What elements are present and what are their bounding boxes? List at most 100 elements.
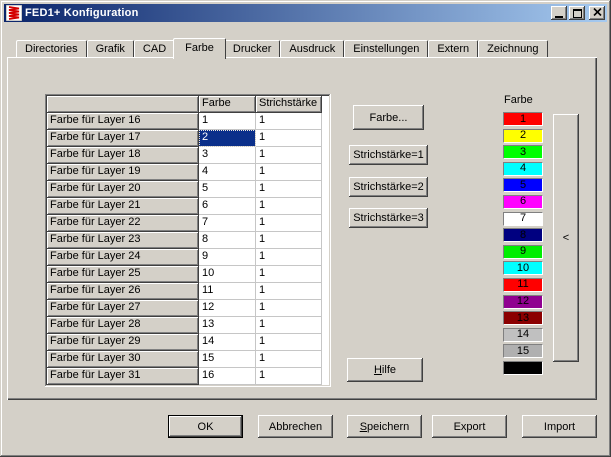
layer-color-grid: FarbeStrichstärkeFarbe für Layer 1611Far… xyxy=(45,94,331,387)
strichstaerke-cell[interactable]: 1 xyxy=(256,198,322,215)
grid-row: Farbe für Layer 25101 xyxy=(47,266,329,283)
color-swatch-14[interactable]: 14 xyxy=(503,328,543,342)
farbe-cell[interactable]: 8 xyxy=(199,232,256,249)
farbe-cell[interactable]: 15 xyxy=(199,351,256,368)
color-swatch-11[interactable]: 11 xyxy=(503,278,543,292)
grid-row: Farbe für Layer 29141 xyxy=(47,334,329,351)
titlebar: FED1+ Konfiguration xyxy=(4,4,607,22)
hilfe-button[interactable]: Hilfe xyxy=(347,358,423,382)
column-header-farbe: Farbe xyxy=(199,96,256,113)
farbe-cell[interactable]: 6 xyxy=(199,198,256,215)
swatch-number: 3 xyxy=(520,147,526,158)
strichstaerke-cell[interactable]: 1 xyxy=(256,249,322,266)
farbe-cell[interactable]: 1 xyxy=(199,113,256,130)
tab-zeichnung[interactable]: Zeichnung xyxy=(478,40,547,57)
farbe-cell[interactable]: 16 xyxy=(199,368,256,385)
grid-row: Farbe für Layer 31161 xyxy=(47,368,329,385)
swatch-number: 8 xyxy=(520,230,526,241)
color-swatch-7[interactable]: 7 xyxy=(503,212,543,226)
farbe-cell[interactable]: 10 xyxy=(199,266,256,283)
row-header: Farbe für Layer 25 xyxy=(47,266,199,283)
farbe-cell[interactable]: 5 xyxy=(199,181,256,198)
strichstaerke-cell[interactable]: 1 xyxy=(256,300,322,317)
strichstaerke-cell[interactable]: 1 xyxy=(256,232,322,249)
tab-farbe[interactable]: Farbe xyxy=(173,38,226,59)
minimize-button[interactable] xyxy=(551,6,567,20)
row-header: Farbe für Layer 20 xyxy=(47,181,199,198)
row-header: Farbe für Layer 29 xyxy=(47,334,199,351)
color-swatch-15[interactable]: 15 xyxy=(503,344,543,358)
farbe-cell[interactable]: 9 xyxy=(199,249,256,266)
farbe-cell[interactable]: 4 xyxy=(199,164,256,181)
row-header: Farbe für Layer 30 xyxy=(47,351,199,368)
strichstaerke-cell[interactable]: 1 xyxy=(256,368,322,385)
maximize-icon xyxy=(573,9,582,18)
row-header: Farbe für Layer 18 xyxy=(47,147,199,164)
color-swatch-5[interactable]: 5 xyxy=(503,178,543,192)
color-swatch-12[interactable]: 12 xyxy=(503,295,543,309)
app-spring-icon xyxy=(6,5,22,21)
tab-extern[interactable]: Extern xyxy=(428,40,478,57)
farbe-cell[interactable]: 11 xyxy=(199,283,256,300)
farbe-cell[interactable]: 7 xyxy=(199,215,256,232)
dialog-window: FED1+ Konfiguration DirectoriesGrafikCAD… xyxy=(0,0,611,457)
strichstaerke-cell[interactable]: 1 xyxy=(256,113,322,130)
swatch-number: 16 xyxy=(517,362,529,373)
farbe-cell[interactable]: 13 xyxy=(199,317,256,334)
swatch-number: 7 xyxy=(520,213,526,224)
strichstaerke-cell[interactable]: 1 xyxy=(256,147,322,164)
farbe-button[interactable]: Farbe... xyxy=(353,105,424,130)
strichstaerke-1-button[interactable]: Strichstärke=1 xyxy=(349,145,428,165)
color-swatch-2[interactable]: 2 xyxy=(503,129,543,143)
abbrechen-button[interactable]: Abbrechen xyxy=(258,415,333,438)
strichstaerke-cell[interactable]: 1 xyxy=(256,351,322,368)
export-button[interactable]: Export xyxy=(432,415,507,438)
close-button[interactable] xyxy=(589,6,605,20)
grid-row: Farbe für Layer 30151 xyxy=(47,351,329,368)
strichstaerke-cell[interactable]: 1 xyxy=(256,215,322,232)
grid-row: Farbe für Layer 1831 xyxy=(47,147,329,164)
strichstaerke-cell[interactable]: 1 xyxy=(256,266,322,283)
strichstaerke-cell[interactable]: 1 xyxy=(256,317,322,334)
color-swatch-1[interactable]: 1 xyxy=(503,112,543,126)
tab-directories[interactable]: Directories xyxy=(16,40,87,57)
swatch-number: 14 xyxy=(517,329,529,340)
grid-row: Farbe für Layer 2491 xyxy=(47,249,329,266)
palette-collapse-button[interactable]: < xyxy=(553,114,579,362)
strichstaerke-3-button[interactable]: Strichstärke=3 xyxy=(349,208,428,228)
tab-grafik[interactable]: Grafik xyxy=(87,40,134,57)
ok-button[interactable]: OK xyxy=(168,415,243,438)
strichstaerke-cell[interactable]: 1 xyxy=(256,164,322,181)
row-header: Farbe für Layer 16 xyxy=(47,113,199,130)
maximize-button[interactable] xyxy=(569,6,585,20)
swatch-number: 12 xyxy=(517,296,529,307)
speichern-button[interactable]: Speichern xyxy=(347,415,422,438)
strichstaerke-cell[interactable]: 1 xyxy=(256,334,322,351)
farbe-cell[interactable]: 14 xyxy=(199,334,256,351)
strichstaerke-cell[interactable]: 1 xyxy=(256,130,322,147)
window-controls xyxy=(551,6,605,20)
row-header: Farbe für Layer 24 xyxy=(47,249,199,266)
farbe-cell[interactable]: 12 xyxy=(199,300,256,317)
farbe-cell[interactable]: 3 xyxy=(199,147,256,164)
farbe-cell[interactable]: 2 xyxy=(199,130,256,147)
tab-einstellungen[interactable]: Einstellungen xyxy=(344,40,428,57)
color-swatch-8[interactable]: 8 xyxy=(503,228,543,242)
tab-drucker[interactable]: Drucker xyxy=(224,40,281,57)
color-swatch-16[interactable]: 16 xyxy=(503,361,543,375)
swatch-number: 2 xyxy=(520,130,526,141)
color-swatch-3[interactable]: 3 xyxy=(503,145,543,159)
color-swatch-10[interactable]: 10 xyxy=(503,261,543,275)
strichstaerke-2-button[interactable]: Strichstärke=2 xyxy=(349,177,428,197)
strichstaerke-cell[interactable]: 1 xyxy=(256,181,322,198)
tab-ausdruck[interactable]: Ausdruck xyxy=(280,40,344,57)
color-swatch-9[interactable]: 9 xyxy=(503,245,543,259)
color-swatch-13[interactable]: 13 xyxy=(503,311,543,325)
tab-cad[interactable]: CAD xyxy=(134,40,175,57)
color-swatch-4[interactable]: 4 xyxy=(503,162,543,176)
row-header: Farbe für Layer 31 xyxy=(47,368,199,385)
strichstaerke-cell[interactable]: 1 xyxy=(256,283,322,300)
import-button[interactable]: Import xyxy=(522,415,597,438)
color-swatch-6[interactable]: 6 xyxy=(503,195,543,209)
color-palette: 12345678910111213141516 xyxy=(503,112,543,378)
